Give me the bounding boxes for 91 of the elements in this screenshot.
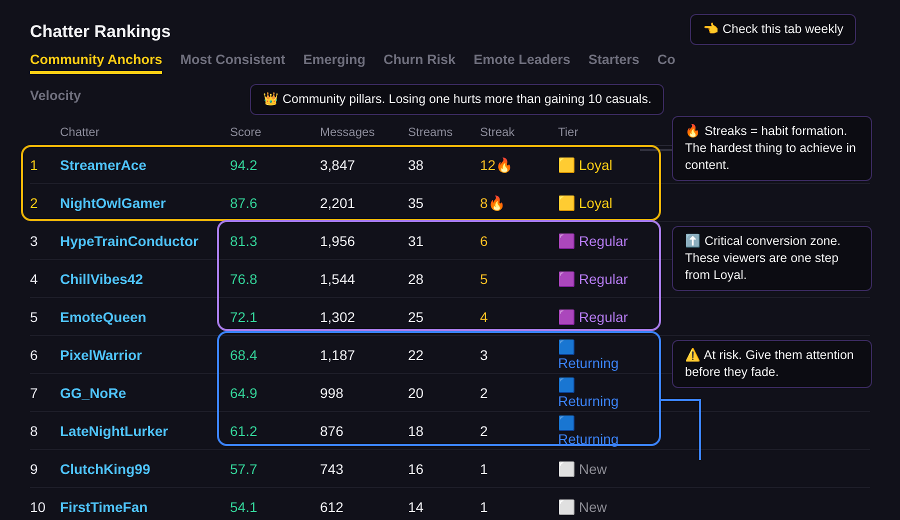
score-cell-text: 68.4 bbox=[230, 346, 258, 364]
streams-cell-text: 18 bbox=[408, 422, 425, 440]
rank-cell-text: 2 bbox=[30, 194, 39, 212]
streams-cell-text: 16 bbox=[408, 460, 425, 478]
rank-cell-text: 8 bbox=[30, 422, 39, 440]
tier-label: 🟨 Loyal bbox=[558, 156, 614, 172]
leader-line bbox=[660, 399, 701, 460]
rank-cell-text: 9 bbox=[30, 460, 39, 478]
streams-cell-text: 35 bbox=[408, 194, 425, 212]
tab[interactable]: Starters bbox=[588, 50, 640, 74]
rank-cell-text: 7 bbox=[30, 384, 39, 402]
chatter-name[interactable]: GG_NoRe bbox=[60, 384, 230, 402]
chatter-name[interactable]: NightOwlGamer bbox=[60, 194, 230, 212]
streak-cell-text: 8🔥 bbox=[480, 194, 506, 212]
score-cell-text: 57.7 bbox=[230, 460, 258, 478]
score-cell-text: 76.8 bbox=[230, 270, 258, 288]
tier-label: 🟦 Returning bbox=[558, 338, 620, 370]
rank-cell-text: 5 bbox=[30, 308, 39, 326]
tier-label: 🟪 Regular bbox=[558, 308, 629, 324]
messages-cell-text: 876 bbox=[320, 422, 344, 440]
rank-cell-text: 6 bbox=[30, 346, 39, 364]
column-header: Score bbox=[230, 125, 262, 139]
score-cell-text: 81.3 bbox=[230, 232, 258, 250]
tier-label: 🟨 Loyal bbox=[558, 194, 614, 210]
score-cell-text: 87.6 bbox=[230, 194, 258, 212]
messages-cell-text: 612 bbox=[320, 498, 344, 516]
tab[interactable]: Co bbox=[657, 50, 676, 74]
column-header: Chatter bbox=[60, 125, 100, 139]
chatter-name[interactable]: StreamerAce bbox=[60, 156, 230, 174]
score-cell-text: 64.9 bbox=[230, 384, 258, 402]
streams-cell-text: 14 bbox=[408, 498, 425, 516]
streams-cell-text: 22 bbox=[408, 346, 425, 364]
chatter-name[interactable]: FirstTimeFan bbox=[60, 498, 230, 516]
note-tooltip: ⬆ Critical conversion zone. These viewers are one step from Loyal. bbox=[672, 226, 872, 291]
streak-cell-text: 2 bbox=[480, 384, 489, 402]
rank-cell-text: 1 bbox=[30, 156, 39, 174]
messages-cell-text: 1,544 bbox=[320, 270, 356, 288]
messages-cell-text: 998 bbox=[320, 384, 344, 402]
streams-cell-text: 28 bbox=[408, 270, 425, 288]
column-header: Streams bbox=[408, 125, 453, 139]
note-tooltip: ⚠ At risk. Give them attention before they fade. bbox=[672, 340, 872, 388]
note-tooltip: 🔥 Streaks = habit formation. The hardest thing to achieve in content. bbox=[672, 116, 872, 181]
chatter-name[interactable]: HypeTrainConductor bbox=[60, 232, 230, 250]
page-title: Chatter Rankings bbox=[30, 21, 171, 43]
score-cell-text: 61.2 bbox=[230, 422, 258, 440]
messages-cell-text: 3,847 bbox=[320, 156, 356, 174]
rank-cell-text: 4 bbox=[30, 270, 39, 288]
score-cell-text: 72.1 bbox=[230, 308, 258, 326]
streak-cell-text: 12🔥 bbox=[480, 156, 514, 174]
tab[interactable]: Community Anchors bbox=[30, 50, 162, 74]
streams-cell-text: 31 bbox=[408, 232, 425, 250]
chatter-name[interactable]: PixelWarrior bbox=[60, 346, 230, 364]
messages-cell-text: 2,201 bbox=[320, 194, 356, 212]
tier-label: 🟪 Regular bbox=[558, 270, 629, 286]
streams-cell-text: 25 bbox=[408, 308, 425, 326]
streak-cell-text: 4 bbox=[480, 308, 489, 326]
streak-cell-text: 1 bbox=[480, 498, 489, 516]
messages-cell-text: 1,956 bbox=[320, 232, 356, 250]
rank-cell-text: 10 bbox=[30, 498, 47, 516]
chatter-name[interactable]: ClutchKing99 bbox=[60, 460, 230, 478]
streak-cell-text: 1 bbox=[480, 460, 489, 478]
streak-cell-text: 2 bbox=[480, 422, 489, 440]
streak-cell-text: 3 bbox=[480, 346, 489, 364]
tab[interactable]: Churn Risk bbox=[384, 50, 456, 74]
tier-label: 🟦 Returning bbox=[558, 376, 620, 408]
rank-cell-text: 3 bbox=[30, 232, 39, 250]
tier-label: 🟪 Regular bbox=[558, 232, 629, 248]
messages-cell-text: 1,187 bbox=[320, 346, 356, 364]
note-tooltip: 👑 Community pillars. Losing one hurts more than gaining 10 casuals. bbox=[250, 84, 664, 115]
score-cell-text: 54.1 bbox=[230, 498, 258, 516]
streak-cell-text: 6 bbox=[480, 232, 489, 250]
tab[interactable]: Velocity bbox=[30, 86, 82, 110]
streams-cell-text: 20 bbox=[408, 384, 425, 402]
streak-cell-text: 5 bbox=[480, 270, 489, 288]
chatter-name[interactable]: EmoteQueen bbox=[60, 308, 230, 326]
messages-cell-text: 1,302 bbox=[320, 308, 356, 326]
tier-label: ⬜ New bbox=[558, 460, 608, 476]
streams-cell-text: 38 bbox=[408, 156, 425, 174]
tab[interactable]: Emote Leaders bbox=[474, 50, 570, 74]
tab[interactable]: Most Consistent bbox=[180, 50, 286, 74]
note-tooltip: 👈 Check this tab weekly bbox=[690, 14, 856, 45]
chatter-name[interactable]: LateNightLurker bbox=[60, 422, 230, 440]
score-cell-text: 94.2 bbox=[230, 156, 258, 174]
chatter-name[interactable]: ChillVibes42 bbox=[60, 270, 230, 288]
column-header: Tier bbox=[558, 125, 578, 139]
column-header: Messages bbox=[320, 125, 375, 139]
tier-label: 🟦 Returning bbox=[558, 414, 620, 446]
tier-label: ⬜ New bbox=[558, 498, 608, 514]
messages-cell-text: 743 bbox=[320, 460, 344, 478]
column-header: Streak bbox=[480, 125, 515, 139]
tab[interactable]: Emerging bbox=[303, 50, 366, 74]
